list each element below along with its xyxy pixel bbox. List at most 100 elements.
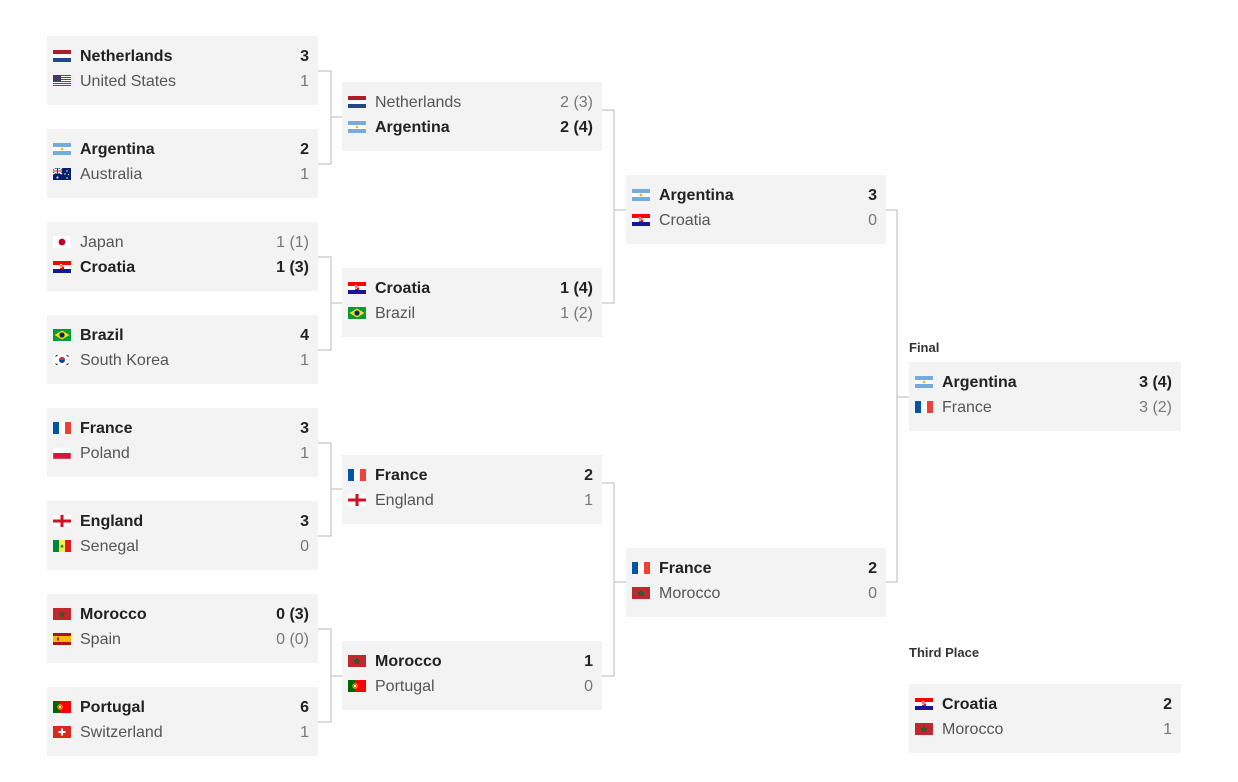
- argentina-flag-icon: [632, 189, 650, 201]
- team-score: 1 (4): [560, 280, 593, 297]
- team-score: 1 (3): [276, 259, 309, 276]
- team-score: 3: [300, 513, 309, 530]
- team-score: 2 (4): [560, 119, 593, 136]
- team-score: 1: [300, 445, 309, 462]
- team-name: South Korea: [80, 352, 169, 369]
- croatia-flag-icon: [632, 214, 650, 226]
- senegal-flag-icon: [53, 540, 71, 552]
- team-name: Senegal: [80, 538, 139, 555]
- team-score: 1: [584, 492, 593, 509]
- team-name: England: [375, 492, 434, 509]
- team-score: 1: [1163, 721, 1172, 738]
- team-row: Senegal 0: [47, 537, 318, 557]
- team-name: Brazil: [375, 305, 416, 322]
- team-row: Morocco 1: [909, 720, 1181, 740]
- team-row: Spain 0 (0): [47, 630, 318, 650]
- morocco-flag-icon: [632, 587, 650, 599]
- team-row: Netherlands 3: [47, 47, 318, 67]
- japan-flag-icon: [53, 236, 71, 248]
- team-row: England 1: [342, 491, 602, 511]
- team-row: Argentina 2: [47, 140, 318, 160]
- team-row: Brazil 4: [47, 326, 318, 346]
- team-name: Netherlands: [80, 48, 173, 65]
- team-score: 0: [868, 585, 877, 602]
- match-r16-6: England 3 Senegal 0: [47, 501, 318, 570]
- switzerland-flag-icon: [53, 726, 71, 738]
- england-flag-icon: [348, 494, 366, 506]
- team-score: 3: [868, 187, 877, 204]
- team-score: 4: [300, 327, 309, 344]
- france-flag-icon: [348, 469, 366, 481]
- netherlands-flag-icon: [53, 50, 71, 62]
- croatia-flag-icon: [915, 698, 933, 710]
- team-row: South Korea 1: [47, 351, 318, 371]
- portugal-flag-icon: [53, 701, 71, 713]
- team-score: 1: [584, 653, 593, 670]
- argentina-flag-icon: [348, 121, 366, 133]
- team-name: Poland: [80, 445, 130, 462]
- team-name: Argentina: [375, 119, 450, 136]
- team-row: Netherlands 2 (3): [342, 93, 602, 113]
- team-row: Morocco 0 (3): [47, 605, 318, 625]
- match-third-place: Croatia 2 Morocco 1: [909, 684, 1181, 753]
- team-row: Portugal 6: [47, 698, 318, 718]
- team-name: Portugal: [80, 699, 145, 716]
- team-name: Brazil: [80, 327, 124, 344]
- team-name: Croatia: [375, 280, 431, 297]
- team-name: Croatia: [942, 696, 998, 713]
- match-qf-1: Netherlands 2 (3) Argentina 2 (4): [342, 82, 602, 151]
- england-flag-icon: [53, 515, 71, 527]
- portugal-flag-icon: [348, 680, 366, 692]
- team-name: Croatia: [659, 212, 711, 229]
- team-row: Croatia 0: [626, 211, 886, 231]
- team-row: Morocco 1: [342, 652, 602, 672]
- team-score: 1: [300, 73, 309, 90]
- match-r16-3: Japan 1 (1) Croatia 1 (3): [47, 222, 318, 291]
- netherlands-flag-icon: [348, 96, 366, 108]
- match-qf-4: Morocco 1 Portugal 0: [342, 641, 602, 710]
- team-name: Croatia: [80, 259, 136, 276]
- team-name: Portugal: [375, 678, 435, 695]
- team-row: Switzerland 1: [47, 723, 318, 743]
- team-score: 0 (3): [276, 606, 309, 623]
- third-place-label: Third Place: [909, 645, 980, 660]
- team-row: Argentina 3 (4): [909, 373, 1181, 393]
- team-row: Argentina 2 (4): [342, 118, 602, 138]
- team-name: France: [659, 560, 712, 577]
- match-r16-7: Morocco 0 (3) Spain 0 (0): [47, 594, 318, 663]
- team-name: Morocco: [659, 585, 721, 602]
- south-korea-flag-icon: [53, 354, 71, 366]
- australia-flag-icon: [53, 168, 71, 180]
- team-name: Argentina: [942, 374, 1017, 391]
- team-row: United States 1: [47, 72, 318, 92]
- team-row: France 2: [342, 466, 602, 486]
- match-r16-1: Netherlands 3 United States 1: [47, 36, 318, 105]
- morocco-flag-icon: [348, 655, 366, 667]
- team-row: Morocco 0: [626, 584, 886, 604]
- france-flag-icon: [915, 401, 933, 413]
- morocco-flag-icon: [915, 723, 933, 735]
- team-name: Morocco: [80, 606, 147, 623]
- team-score: 1: [300, 352, 309, 369]
- team-score: 0 (0): [276, 631, 309, 648]
- spain-flag-icon: [53, 633, 71, 645]
- team-name: Spain: [80, 631, 121, 648]
- team-name: Morocco: [375, 653, 442, 670]
- match-final: Argentina 3 (4) France 3 (2): [909, 362, 1181, 431]
- united-states-flag-icon: [53, 75, 71, 87]
- match-sf-2: France 2 Morocco 0: [626, 548, 886, 617]
- argentina-flag-icon: [53, 143, 71, 155]
- team-score: 2: [868, 560, 877, 577]
- team-row: Japan 1 (1): [47, 233, 318, 253]
- team-name: Argentina: [659, 187, 734, 204]
- match-sf-1: Argentina 3 Croatia 0: [626, 175, 886, 244]
- team-score: 1: [300, 724, 309, 741]
- team-score: 1: [300, 166, 309, 183]
- team-score: 0: [868, 212, 877, 229]
- brazil-flag-icon: [348, 307, 366, 319]
- team-row: Croatia 2: [909, 695, 1181, 715]
- team-row: Croatia 1 (3): [47, 258, 318, 278]
- team-row: Poland 1: [47, 444, 318, 464]
- team-score: 3: [300, 420, 309, 437]
- france-flag-icon: [53, 422, 71, 434]
